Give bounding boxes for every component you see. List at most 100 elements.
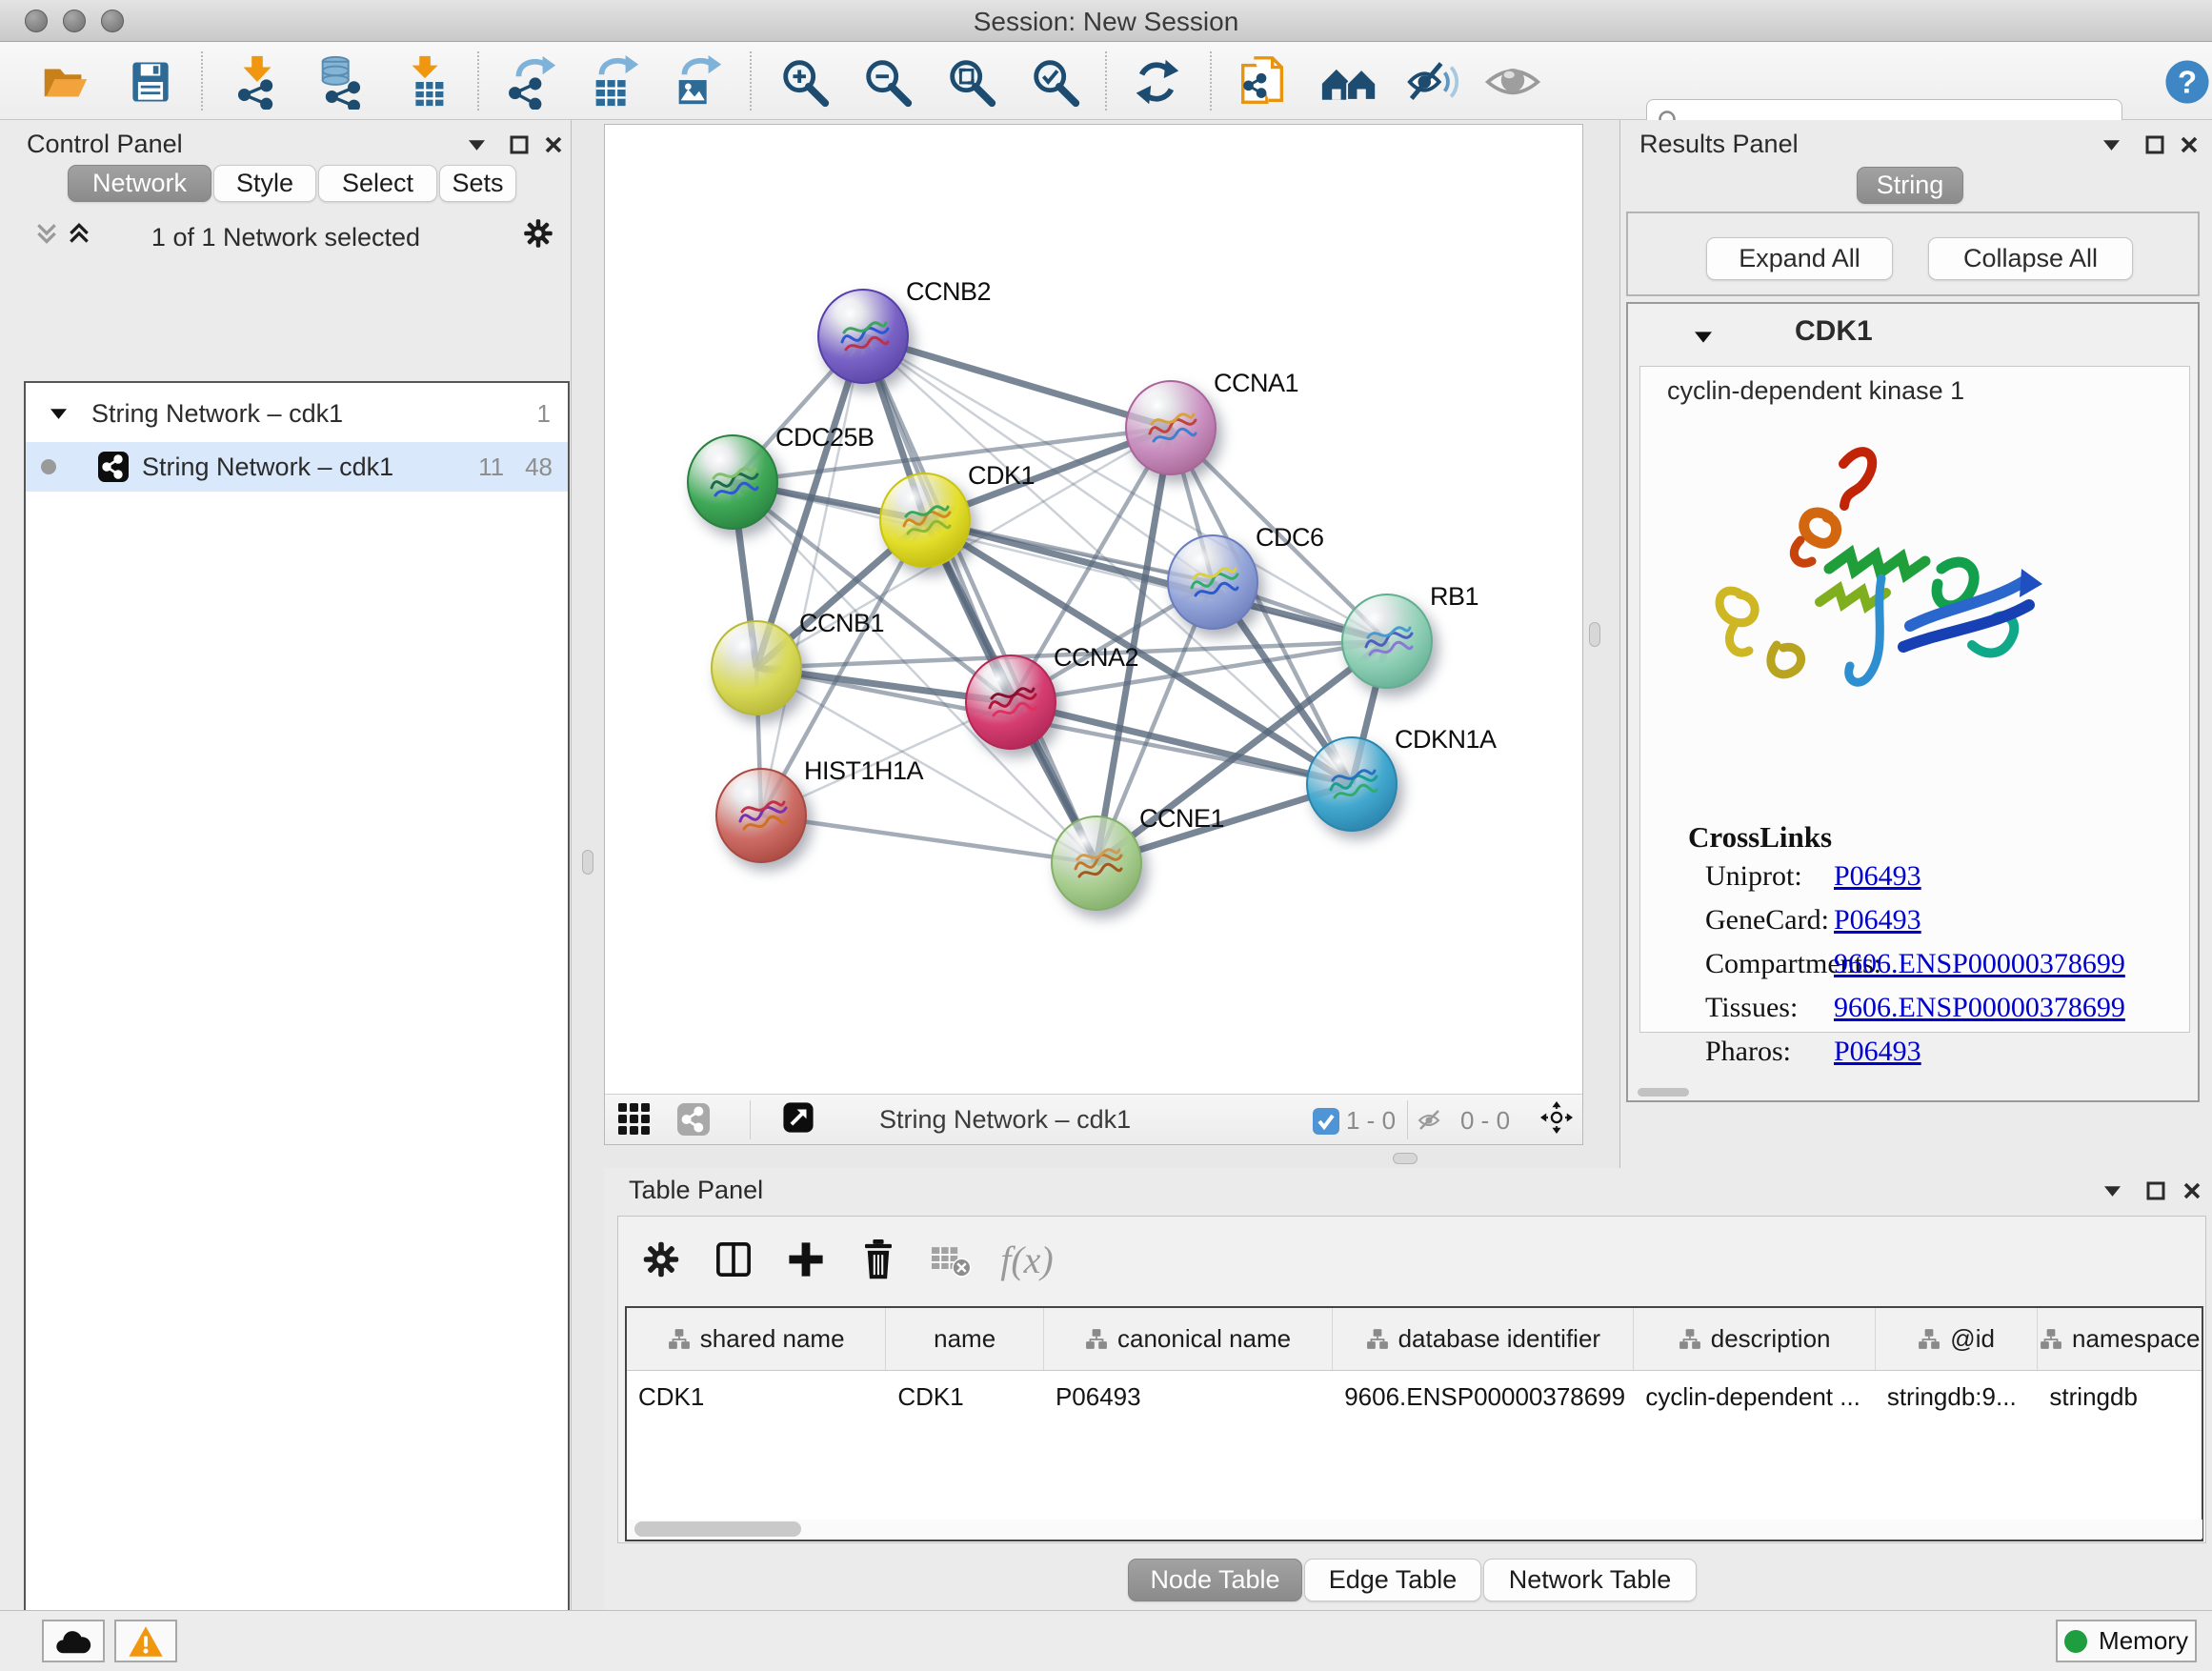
column-header-id[interactable]: @id [1876,1308,2039,1370]
protein-structure-image [1686,426,2058,807]
right-splitter-handle[interactable] [1589,622,1600,647]
birdseye-view-button[interactable] [782,1101,814,1134]
expand-all-networks-button[interactable] [63,218,95,251]
table-horizontal-scrollbar[interactable] [628,1520,2202,1539]
table-row[interactable]: CDK1 CDK1 P06493 9606.ENSP00000378699 cy… [627,1371,2202,1422]
import-network-file-button[interactable] [229,53,286,111]
compartments-link[interactable]: 9606.ENSP00000378699 [1834,948,2125,980]
network-node-cdc25b[interactable] [687,434,778,530]
memory-button[interactable]: Memory [2056,1620,2197,1662]
zoom-fit-button[interactable] [943,53,1000,111]
network-view[interactable]: CCNB2CCNA1CDC25BCDK1CDC6RB1CCNB1CCNA2CDK… [604,124,1583,1145]
collapse-all-button[interactable]: Collapse All [1928,237,2133,280]
open-session-button[interactable] [36,53,93,111]
entry-name[interactable]: CDK1 [1795,315,1873,348]
network-node-ccna2[interactable] [965,654,1056,750]
tab-style[interactable]: Style [213,165,316,202]
function-builder-button[interactable]: f(x) [997,1230,1056,1289]
show-all-button[interactable] [1484,53,1541,111]
network-node-hist1h1a[interactable] [715,768,807,863]
edge-count: 48 [525,453,553,482]
scrollbar-thumb[interactable] [634,1521,801,1537]
pharos-link[interactable]: P06493 [1834,1036,1921,1068]
delete-column-button[interactable] [849,1230,908,1289]
table-panel-close-button[interactable] [2176,1175,2208,1207]
clipboard-network-button[interactable] [1235,53,1292,111]
tab-node-table[interactable]: Node Table [1128,1559,1302,1601]
network-row-selected[interactable]: String Network – cdk1 11 48 [26,442,568,492]
hide-selected-button[interactable] [1403,53,1460,111]
tab-string[interactable]: String [1857,167,1963,204]
import-network-database-button[interactable] [312,53,370,111]
show-columns-button[interactable] [704,1230,763,1289]
column-header-shared-name[interactable]: shared name [627,1308,886,1370]
save-session-button[interactable] [122,53,179,111]
control-panel-maximize-button[interactable] [503,129,535,161]
delete-table-button[interactable] [921,1230,980,1289]
column-header-database-identifier[interactable]: database identifier [1333,1308,1634,1370]
left-splitter-handle[interactable] [582,850,593,875]
genecard-link[interactable]: P06493 [1834,904,1921,936]
network-node-ccnb1[interactable] [711,620,802,715]
entry-collapse-button[interactable] [1687,321,1719,353]
table-panel-maximize-button[interactable] [2140,1175,2172,1207]
tab-select[interactable]: Select [318,165,437,202]
refresh-button[interactable] [1128,53,1185,111]
crosslink-row: Pharos:P06493 [1640,1036,2189,1076]
control-panel-close-button[interactable] [537,129,570,161]
export-network-button[interactable] [503,53,560,111]
results-scrollbar[interactable] [1638,1088,1689,1097]
tab-edge-table[interactable]: Edge Table [1304,1559,1481,1601]
column-header-canonical-name[interactable]: canonical name [1044,1308,1333,1370]
network-node-cdk1[interactable] [879,473,971,568]
network-node-cdkn1a[interactable] [1306,736,1398,832]
selected-checkbox[interactable] [1310,1105,1342,1137]
column-header-namespace[interactable]: namespace [2038,1308,2202,1370]
zoom-selected-button[interactable] [1027,53,1084,111]
network-node-ccna1[interactable] [1125,380,1217,475]
table-panel-float-button[interactable] [2096,1175,2128,1207]
collapse-all-networks-button[interactable] [30,218,63,251]
cloud-status-button[interactable] [42,1620,105,1662]
zoom-in-button[interactable] [776,53,834,111]
network-node-cdc6[interactable] [1167,534,1258,630]
column-header-name[interactable]: name [886,1308,1044,1370]
results-panel-close-button[interactable] [2173,129,2205,161]
maximize-icon [510,135,529,154]
tab-network-table[interactable]: Network Table [1483,1559,1697,1601]
home-button[interactable] [1320,53,1377,111]
network-node-ccnb2[interactable] [817,289,909,384]
help-button[interactable]: ? [2159,53,2212,111]
plus-icon [785,1238,827,1280]
results-panel-maximize-button[interactable] [2139,129,2171,161]
uniprot-link[interactable]: P06493 [1834,860,1921,893]
network-node-rb1[interactable] [1341,594,1433,689]
network-edge[interactable] [761,815,1096,863]
network-style-button[interactable] [677,1103,710,1136]
grid-view-button[interactable] [618,1103,651,1136]
export-image-button[interactable] [669,53,726,111]
warnings-button[interactable] [114,1620,177,1662]
results-panel-float-button[interactable] [2095,129,2127,161]
table-import-icon [399,54,454,110]
fit-selection-button[interactable] [1540,1101,1573,1134]
column-header-description[interactable]: description [1634,1308,1875,1370]
import-table-button[interactable] [398,53,455,111]
horizontal-splitter-handle[interactable] [1393,1153,1418,1164]
node-label-ccnb2: CCNB2 [906,277,991,307]
tissues-link[interactable]: 9606.ENSP00000378699 [1834,992,2125,1024]
zoom-out-button[interactable] [859,53,916,111]
table-options-button[interactable] [632,1230,691,1289]
control-panel-float-button[interactable] [460,129,493,161]
shared-column-icon [1366,1329,1389,1350]
network-node-ccne1[interactable] [1051,815,1142,911]
network-options-button[interactable] [522,217,554,250]
network-collection-row[interactable]: String Network – cdk1 1 [26,389,568,438]
table-header-row: shared name name canonical name database… [627,1308,2202,1371]
tab-sets[interactable]: Sets [439,165,516,202]
tab-network[interactable]: Network [68,165,211,202]
export-table-button[interactable] [586,53,643,111]
create-column-button[interactable] [776,1230,835,1289]
network-edge[interactable] [863,336,1171,428]
expand-all-button[interactable]: Expand All [1706,237,1893,280]
